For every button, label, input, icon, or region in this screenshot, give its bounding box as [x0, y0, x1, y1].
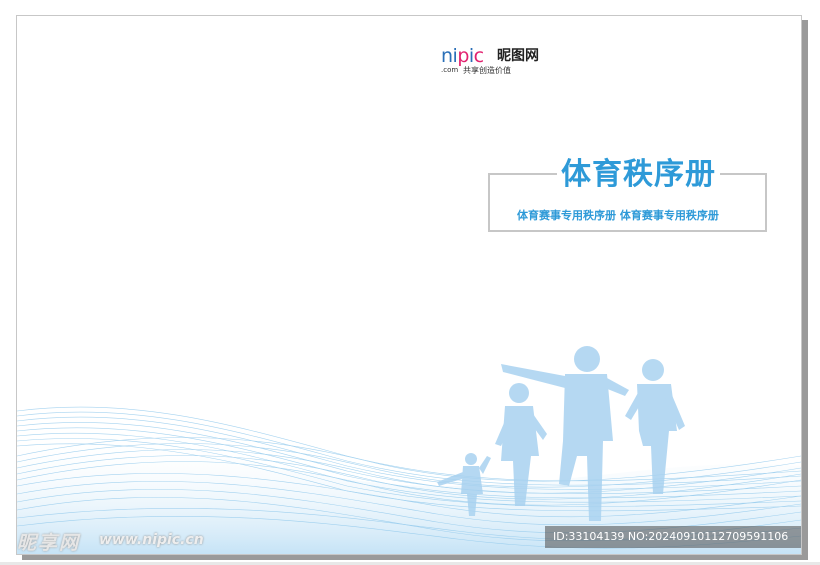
logo-letter: n — [441, 45, 453, 67]
watermark-url: www.nipic.cn — [99, 532, 204, 548]
wave-background — [17, 346, 801, 554]
cover-subtitle: 体育赛事专用秩序册 体育赛事专用秩序册 — [517, 209, 719, 222]
logo-letter: p — [457, 45, 469, 67]
watermark-brand: 昵享网 — [17, 532, 81, 554]
cover-title: 体育秩序册 — [557, 154, 720, 196]
logo-letter: c — [473, 45, 484, 67]
image-id-text: ID:33104139 NO:20240910112709591106 — [553, 530, 789, 543]
logo-com: .com — [441, 66, 459, 74]
brochure-cover: nipic 昵图网 .com 共享创造价值 体育秩序册 体育赛事专用秩序册 体育… — [16, 15, 802, 555]
logo-chinese-name: 昵图网 — [497, 48, 539, 64]
nipic-logo: nipic 昵图网 .com 共享创造价值 — [441, 46, 561, 81]
logo-wordmark: nipic — [441, 46, 484, 66]
logo-slogan: 共享创造价值 — [463, 66, 511, 75]
